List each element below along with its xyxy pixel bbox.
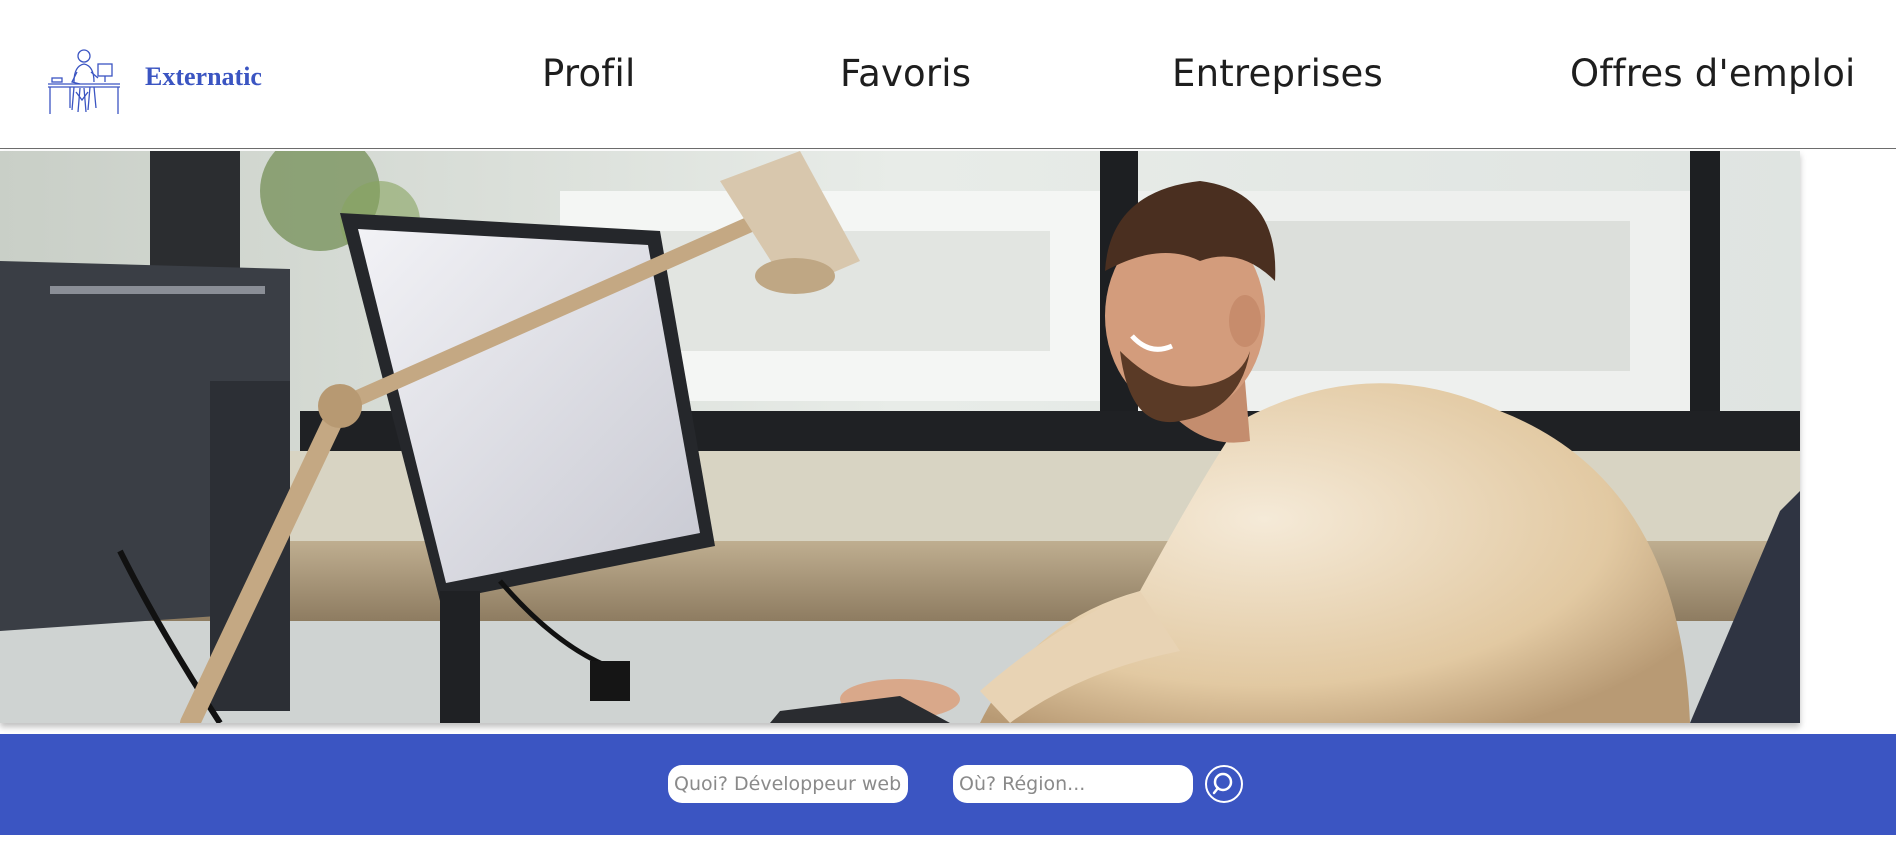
site-header: Externatic Profil Favoris Entreprises Of… — [0, 0, 1896, 149]
search-bar — [0, 734, 1896, 835]
search-what-input[interactable] — [668, 765, 908, 803]
nav-item-profil[interactable]: Profil — [542, 52, 635, 95]
nav-item-favoris[interactable]: Favoris — [840, 52, 971, 95]
search-where-input[interactable] — [953, 765, 1193, 803]
hero-image — [0, 151, 1800, 723]
search-icon — [1212, 772, 1233, 795]
nav-item-offres-emploi[interactable]: Offres d'emploi — [1570, 52, 1856, 95]
nav-item-entreprises[interactable]: Entreprises — [1172, 52, 1383, 95]
search-button[interactable] — [1205, 765, 1243, 803]
brand-name[interactable]: Externatic — [145, 62, 262, 92]
office-worker-desk-icon[interactable] — [46, 48, 122, 116]
